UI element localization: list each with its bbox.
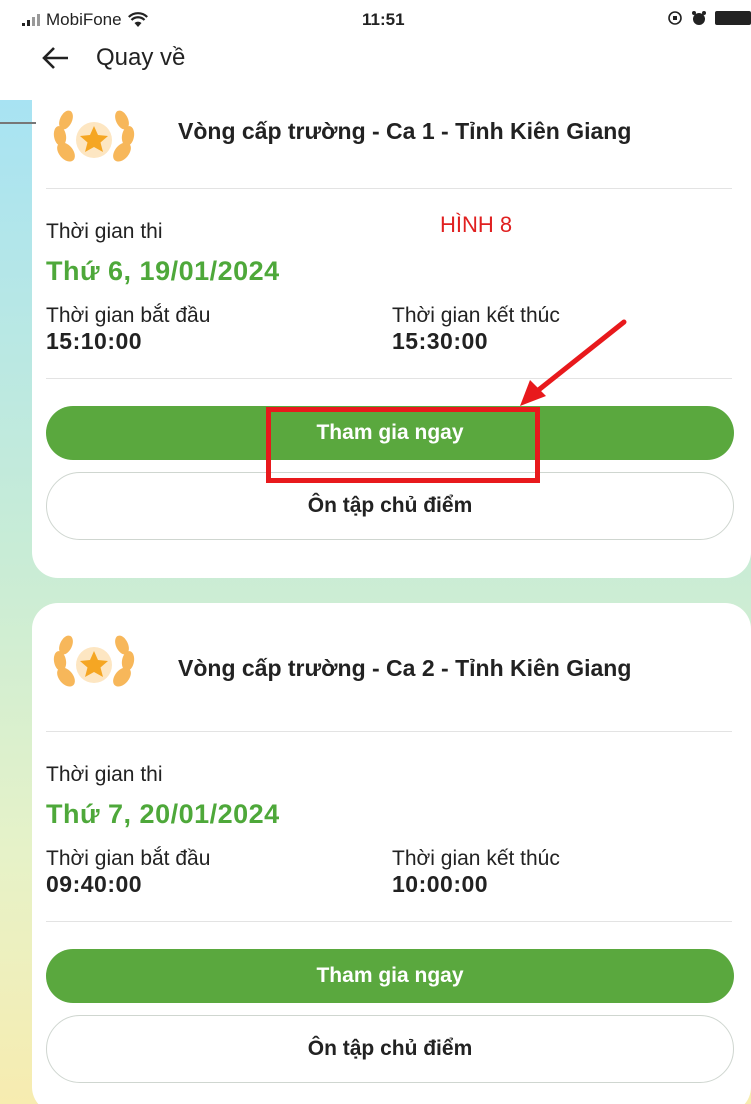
orientation-lock-icon bbox=[668, 11, 682, 25]
divider bbox=[46, 921, 732, 922]
divider bbox=[46, 731, 732, 732]
back-arrow-icon[interactable] bbox=[40, 38, 70, 78]
exam-time-label: Thời gian thi bbox=[46, 763, 163, 786]
start-time-label: Thời gian bắt đầu bbox=[46, 847, 211, 870]
divider bbox=[46, 378, 732, 379]
laurel-star-icon bbox=[53, 635, 135, 687]
start-time-label: Thời gian bắt đầu bbox=[46, 304, 211, 327]
battery-icon bbox=[715, 11, 751, 25]
laurel-star-icon bbox=[53, 110, 135, 162]
review-topics-button[interactable]: Ôn tập chủ điểm bbox=[46, 1015, 734, 1083]
exam-list: Vòng cấp trường - Ca 1 - Tỉnh Kiên Giang… bbox=[0, 90, 751, 1104]
exam-time-label: Thời gian thi bbox=[46, 220, 163, 243]
exam-title: Vòng cấp trường - Ca 2 - Tỉnh Kiên Giang bbox=[178, 655, 632, 681]
exam-title: Vòng cấp trường - Ca 1 - Tỉnh Kiên Giang bbox=[178, 118, 632, 144]
back-label[interactable]: Quay về bbox=[96, 44, 185, 72]
exam-card: Vòng cấp trường - Ca 1 - Tỉnh Kiên Giang… bbox=[32, 90, 751, 578]
wifi-icon bbox=[127, 12, 148, 27]
signal-icon bbox=[22, 14, 40, 26]
exam-card: Vòng cấp trường - Ca 2 - Tỉnh Kiên Giang… bbox=[32, 603, 751, 1104]
join-now-button[interactable]: Tham gia ngay bbox=[46, 949, 734, 1003]
start-time-value: 15:10:00 bbox=[46, 328, 143, 354]
divider bbox=[46, 188, 732, 189]
end-time-label: Thời gian kết thúc bbox=[392, 847, 560, 870]
end-time-value: 10:00:00 bbox=[392, 871, 489, 897]
top-bar: MobiFone 11:51 Quay về bbox=[0, 0, 751, 100]
highlight-box bbox=[266, 407, 540, 483]
exam-date: Thứ 6, 19/01/2024 bbox=[46, 256, 280, 286]
status-time: 11:51 bbox=[362, 10, 405, 29]
alarm-icon bbox=[692, 11, 706, 25]
end-time-value: 15:30:00 bbox=[392, 328, 489, 354]
status-icons bbox=[667, 10, 751, 26]
exam-date: Thứ 7, 20/01/2024 bbox=[46, 799, 280, 829]
end-time-label: Thời gian kết thúc bbox=[392, 304, 560, 327]
annotation-label: HÌNH 8 bbox=[440, 212, 513, 237]
carrier-name: MobiFone bbox=[46, 10, 122, 29]
start-time-value: 09:40:00 bbox=[46, 871, 143, 897]
edge-divider bbox=[0, 122, 36, 124]
status-bar: MobiFone 11:51 bbox=[0, 0, 751, 34]
carrier-info: MobiFone bbox=[22, 10, 148, 30]
